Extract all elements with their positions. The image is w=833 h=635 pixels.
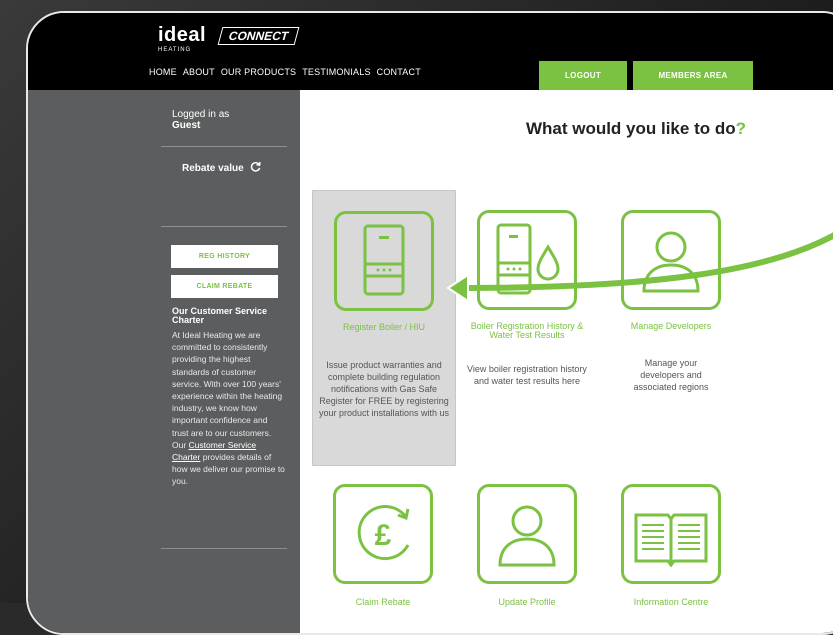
divider <box>161 548 287 549</box>
screen: ideal HEATING CONNECT HOME ABOUT OUR PRO… <box>28 13 833 633</box>
tile-information-centre[interactable]: Information Centre <box>600 464 742 624</box>
nav-home[interactable]: HOME <box>149 67 177 77</box>
site-header: ideal HEATING CONNECT HOME ABOUT OUR PRO… <box>28 13 833 90</box>
tile-register-boiler[interactable]: Register Boiler / HIU Issue product warr… <box>312 190 456 466</box>
tile-label: Register Boiler / HIU <box>342 322 426 332</box>
charter-text-1: At Ideal Heating we are committed to con… <box>172 330 283 450</box>
main-nav: HOME ABOUT OUR PRODUCTS TESTIMONIALS CON… <box>149 67 421 77</box>
device-frame: ideal HEATING CONNECT HOME ABOUT OUR PRO… <box>26 11 833 635</box>
rebate-label: Rebate value <box>182 162 244 174</box>
tile-registration-history[interactable]: Boiler Registration History & Water Test… <box>456 190 598 464</box>
divider <box>161 226 287 227</box>
tile-label: Manage Developers <box>630 321 712 331</box>
reg-history-button[interactable]: REG HISTORY <box>171 245 278 268</box>
logo-connect: CONNECT <box>217 26 300 45</box>
nav-contact[interactable]: CONTACT <box>377 67 421 77</box>
nav-testimonials[interactable]: TESTIMONIALS <box>302 67 370 77</box>
nav-our-products[interactable]: OUR PRODUCTS <box>221 67 296 77</box>
tile-desc: Issue product warranties and complete bu… <box>318 360 450 418</box>
logo-sub: HEATING <box>158 47 192 53</box>
tile-manage-developers[interactable]: Manage Developers Manage your developers… <box>600 190 742 464</box>
tile-update-profile[interactable]: Update Profile <box>456 464 598 624</box>
logged-in-user: Guest <box>172 120 201 131</box>
charter-title: Our Customer Service Charter <box>172 306 268 325</box>
nav-about[interactable]: ABOUT <box>183 67 215 77</box>
logged-in-block: Logged in as Guest <box>172 109 229 131</box>
logged-in-label: Logged in as <box>172 109 230 120</box>
tile-label: Boiler Registration History & Water Test… <box>470 321 584 340</box>
tile-desc: View boiler registration history and wat… <box>467 364 587 386</box>
pound-rebate-icon: £ <box>333 484 433 584</box>
charter-text: At Ideal Heating we are committed to con… <box>172 329 286 488</box>
members-area-button[interactable]: MEMBERS AREA <box>633 61 753 90</box>
boiler-water-icon <box>477 210 577 310</box>
refresh-icon[interactable] <box>250 161 261 175</box>
logo-word: ideal <box>158 24 207 46</box>
user-icon <box>477 484 577 584</box>
sidebar: Logged in as Guest Rebate value REG HIST… <box>28 90 300 633</box>
tile-claim-rebate[interactable]: £ Claim Rebate <box>312 464 454 624</box>
page-title: What would you like to do? <box>300 119 746 139</box>
divider <box>161 146 287 147</box>
page-title-q: ? <box>735 119 746 138</box>
book-icon <box>621 484 721 584</box>
user-icon <box>621 210 721 310</box>
claim-rebate-button[interactable]: CLAIM REBATE <box>171 275 278 298</box>
rebate-value: Rebate value <box>182 161 261 175</box>
tile-desc: Manage your developers and associated re… <box>633 358 709 392</box>
boiler-icon <box>334 211 434 311</box>
page-title-text: What would you like to do <box>525 119 736 138</box>
main-content: What would you like to do? Register Boil… <box>300 90 833 633</box>
logout-button[interactable]: LOGOUT <box>539 61 627 90</box>
svg-text:£: £ <box>375 519 392 552</box>
logo[interactable]: ideal HEATING CONNECT <box>158 24 300 53</box>
